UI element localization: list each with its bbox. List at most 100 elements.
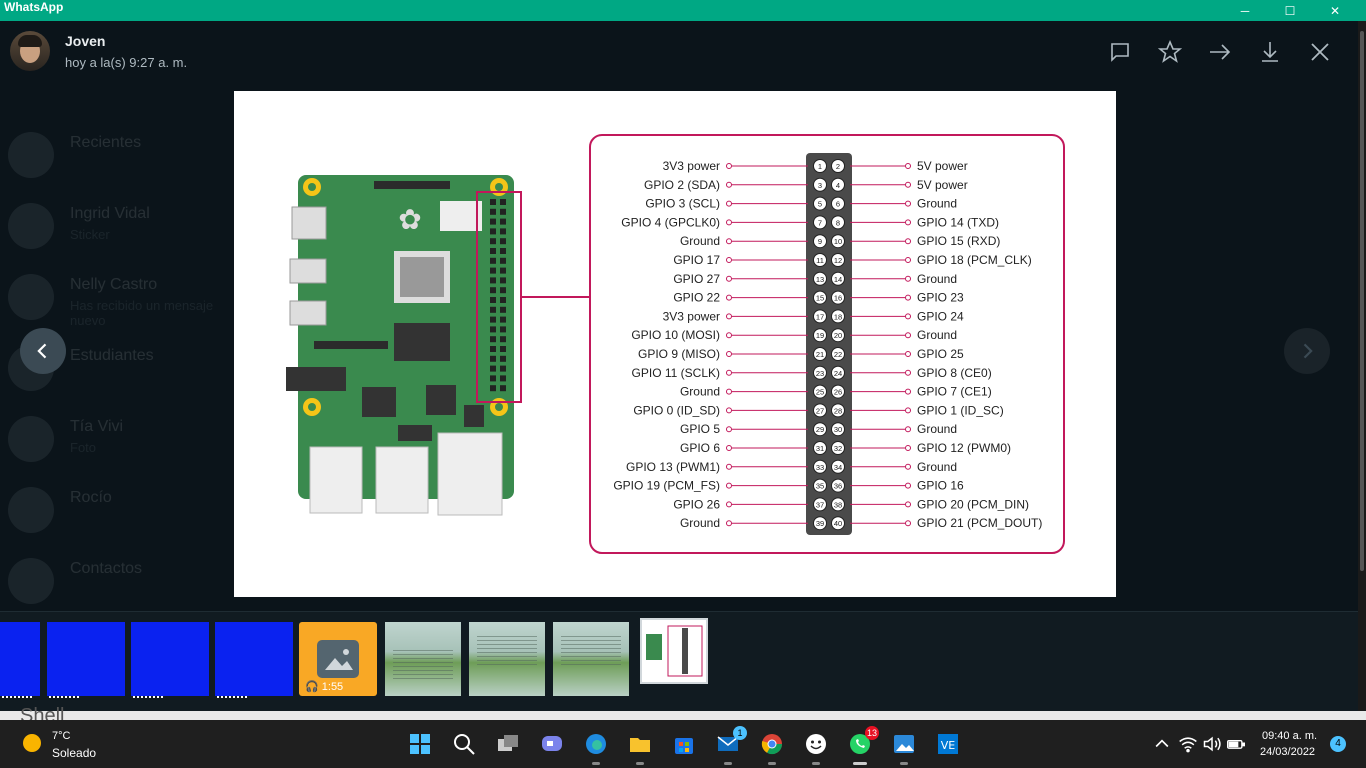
pin-label-left: GPIO 19 (PCM_FS) xyxy=(613,479,720,493)
avatar xyxy=(8,203,54,249)
pin-label-right: GPIO 23 xyxy=(917,291,964,305)
avatar xyxy=(8,274,54,320)
thumbnail-photo[interactable] xyxy=(553,622,629,696)
volume-icon[interactable] xyxy=(1202,734,1222,754)
weather-temperature[interactable]: 7°C xyxy=(52,730,70,742)
pin-number: 30 xyxy=(834,425,842,434)
background-chat-item: Rocío xyxy=(8,481,228,537)
battery-icon[interactable] xyxy=(1226,734,1246,754)
pin-number: 13 xyxy=(816,275,824,284)
maximize-button[interactable]: ☐ xyxy=(1267,0,1313,21)
thumbnail-audio[interactable]: 🎧 1:55 xyxy=(299,622,377,696)
file-explorer-icon[interactable] xyxy=(627,731,653,765)
pin-label-left: Ground xyxy=(680,385,720,399)
pin-label-right: GPIO 20 (PCM_DIN) xyxy=(917,497,1029,511)
chevron-right-icon xyxy=(1303,343,1313,359)
pin-label-right: GPIO 21 (PCM_DOUT) xyxy=(917,516,1042,530)
wifi-icon[interactable] xyxy=(1178,734,1198,754)
close-viewer-icon[interactable] xyxy=(1308,40,1332,64)
store-icon[interactable] xyxy=(671,731,697,757)
pin-label-left: GPIO 17 xyxy=(673,253,720,267)
pin-number: 15 xyxy=(816,294,824,303)
thumbnail-selected[interactable] xyxy=(640,618,708,684)
contact-avatar[interactable] xyxy=(10,31,50,71)
edge-browser-icon[interactable] xyxy=(583,731,609,765)
whatsapp-icon[interactable]: 13 xyxy=(847,726,879,765)
pin-number: 22 xyxy=(834,350,842,359)
pin-label-right: Ground xyxy=(917,328,957,342)
pin-number: 8 xyxy=(836,218,840,227)
pin-header-bar xyxy=(806,153,852,535)
mail-icon[interactable]: 1 xyxy=(715,726,747,765)
pin-label-right: Ground xyxy=(917,422,957,436)
pin-label-left: Ground xyxy=(680,516,720,530)
mail-badge: 1 xyxy=(733,726,747,740)
download-icon[interactable] xyxy=(1258,40,1282,64)
media-thumbnail-strip: 🎧 1:55 xyxy=(0,611,1358,711)
clock-time[interactable]: 09:40 a. m. xyxy=(1262,730,1317,742)
thumbnail-screenshot[interactable] xyxy=(47,622,125,698)
pin-number: 9 xyxy=(818,237,822,246)
thumbnail-screenshot[interactable] xyxy=(215,622,293,698)
start-icon[interactable] xyxy=(407,731,433,757)
pin-number: 10 xyxy=(834,237,842,246)
pin-number: 36 xyxy=(834,482,842,491)
pin-number: 38 xyxy=(834,500,842,509)
pin-label-right: Ground xyxy=(917,197,957,211)
next-media-button[interactable] xyxy=(1284,328,1330,374)
pin-label-right: Ground xyxy=(917,460,957,474)
pin-label-left: GPIO 11 (SCLK) xyxy=(632,366,720,380)
pin-label-left: GPIO 0 (ID_SD) xyxy=(633,403,720,417)
svg-text:VE: VE xyxy=(941,739,956,752)
pin-number: 12 xyxy=(834,256,842,265)
emoji-app-icon[interactable] xyxy=(803,731,829,765)
weather-description[interactable]: Soleado xyxy=(52,746,96,760)
close-window-button[interactable]: ✕ xyxy=(1312,0,1358,21)
search-icon[interactable] xyxy=(451,731,477,757)
pin-label-right: GPIO 25 xyxy=(917,347,964,361)
photos-icon[interactable] xyxy=(891,731,917,765)
star-icon[interactable] xyxy=(1157,39,1183,64)
pin-number: 32 xyxy=(834,444,842,453)
pin-label-right: GPIO 12 (PWM0) xyxy=(917,441,1011,455)
pin-label-left: GPIO 5 xyxy=(680,422,720,436)
pin-label-right: GPIO 15 (RXD) xyxy=(917,234,1000,248)
previous-media-button[interactable] xyxy=(20,328,66,374)
clock-date[interactable]: 24/03/2022 xyxy=(1260,746,1315,758)
pin-number: 31 xyxy=(816,444,824,453)
pin-number: 5 xyxy=(818,200,822,209)
minimize-button[interactable]: ─ xyxy=(1222,0,1268,21)
forward-icon[interactable] xyxy=(1208,40,1232,64)
pin-number: 14 xyxy=(834,275,842,284)
chat-icon[interactable] xyxy=(539,731,565,757)
thumbnail-photo[interactable] xyxy=(385,622,461,696)
windows-taskbar: 7°C Soleado 1 13 VE 09:40 a. m. 24/03/20… xyxy=(0,720,1366,768)
thumbnail-screenshot[interactable] xyxy=(0,622,40,698)
background-chat-item: Recientes xyxy=(8,126,228,182)
pin-number: 35 xyxy=(816,482,824,491)
background-chat-item: Contactos xyxy=(8,552,228,608)
pin-label-right: GPIO 1 (ID_SC) xyxy=(917,403,1004,417)
go-to-message-icon[interactable] xyxy=(1108,40,1132,64)
background-window: Shell xyxy=(0,705,1366,727)
chevron-up-icon[interactable] xyxy=(1152,734,1172,754)
chrome-icon[interactable] xyxy=(759,731,785,765)
pin-number: 11 xyxy=(816,256,824,265)
notification-count-badge[interactable]: 4 xyxy=(1330,736,1346,752)
pin-label-left: Ground xyxy=(680,234,720,248)
vscode-icon[interactable]: VE xyxy=(935,731,961,757)
avatar xyxy=(8,487,54,533)
avatar xyxy=(8,558,54,604)
pin-label-right: GPIO 18 (PCM_CLK) xyxy=(917,253,1032,267)
chat-preview: Foto xyxy=(70,440,97,455)
thumbnail-screenshot[interactable] xyxy=(131,622,209,698)
window-scrollbar[interactable] xyxy=(1358,21,1366,711)
thumbnail-photo[interactable] xyxy=(469,622,545,696)
pin-label-right: GPIO 16 xyxy=(917,479,964,493)
pin-number: 34 xyxy=(834,463,842,472)
pin-number: 33 xyxy=(816,463,824,472)
pin-label-left: GPIO 22 xyxy=(673,291,720,305)
sun-icon[interactable] xyxy=(23,734,41,752)
task-view-icon[interactable] xyxy=(495,731,521,757)
pin-label-left: GPIO 3 (SCL) xyxy=(645,197,720,211)
